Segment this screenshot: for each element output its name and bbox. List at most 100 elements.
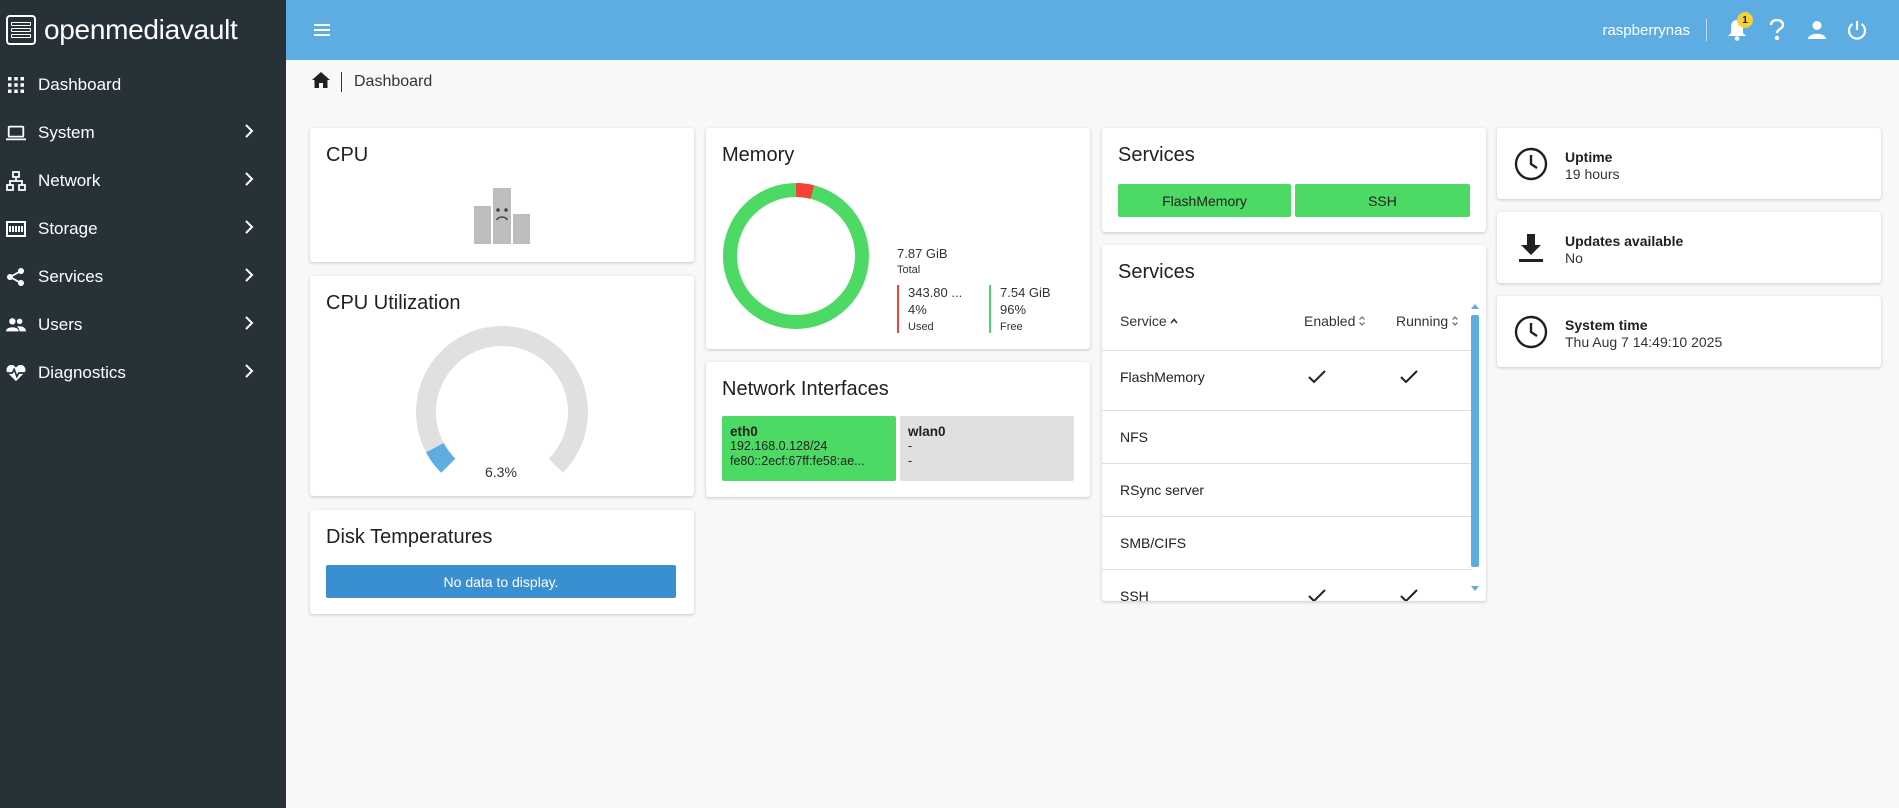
network-interface-tile[interactable]: eth0 192.168.0.128/24 fe80::2ecf:67ff:fe… [722, 416, 896, 481]
cpu-utilization-card: CPU Utilization 6.3% [310, 276, 694, 496]
heartbeat-icon [6, 363, 26, 383]
service-status-ssh[interactable]: SSH [1295, 184, 1470, 217]
users-icon [6, 315, 26, 335]
column-header-service[interactable]: Service [1120, 313, 1179, 329]
chevron-right-icon [234, 219, 264, 239]
brand-name: openmediavault [44, 14, 238, 45]
cpu-utilization-value: 6.3% [485, 464, 517, 480]
card-title: Services [1118, 261, 1195, 283]
sidebar-item-services[interactable]: Services [0, 253, 286, 301]
table-row[interactable]: FlashMemory [1102, 350, 1472, 403]
power-button[interactable] [1845, 18, 1869, 42]
service-name: FlashMemory [1120, 369, 1205, 385]
check-icon [1308, 370, 1326, 384]
card-title: CPU Utilization [326, 292, 461, 314]
cpu-gauge [416, 326, 588, 473]
network-interface-tile[interactable]: wlan0 - - [900, 416, 1074, 481]
service-status-flashmemory[interactable]: FlashMemory [1118, 184, 1291, 217]
clock-icon [1514, 147, 1548, 181]
updates-title: Updates available [1565, 233, 1684, 249]
column-header-running[interactable]: Running [1396, 313, 1460, 329]
interface-name: wlan0 [908, 424, 946, 439]
notification-badge: 1 [1737, 12, 1753, 28]
scroll-down-arrow-icon [1471, 586, 1479, 591]
sort-icon [1359, 316, 1366, 326]
memory-used-percent: 4% [908, 302, 927, 317]
service-name: RSync server [1120, 482, 1205, 498]
services-status-card: Services FlashMemory SSH [1102, 128, 1486, 232]
topbar: raspberrynas 1 [286, 0, 1899, 60]
service-name: SMB/CIFS [1120, 535, 1187, 551]
services-table-card: Services Service Enabled Running FlashMe… [1102, 245, 1486, 601]
omv-logo-icon [6, 15, 36, 45]
table-row[interactable]: SMB/CIFS [1102, 516, 1472, 569]
disk-temperatures-card: Disk Temperatures No data to display. [310, 510, 694, 614]
topbar-actions: raspberrynas 1 [1602, 0, 1899, 60]
help-button[interactable] [1765, 18, 1789, 42]
notifications-button[interactable]: 1 [1725, 12, 1753, 42]
menu-toggle-button[interactable] [310, 18, 334, 42]
topbar-divider [1706, 19, 1707, 41]
memory-used-value: 343.80 ... [908, 285, 963, 300]
column-header-label: Enabled [1304, 313, 1356, 329]
check-icon [1400, 370, 1418, 384]
memory-total-value: 7.87 GiB [897, 246, 948, 261]
memory-free-marker [989, 285, 991, 333]
sidebar-item-diagnostics[interactable]: Diagnostics [0, 349, 286, 397]
interface-name: eth0 [730, 424, 758, 439]
sidebar-item-label: Users [38, 315, 83, 334]
user-menu-button[interactable] [1805, 18, 1829, 42]
home-icon[interactable] [311, 71, 331, 94]
uptime-value: 19 hours [1565, 166, 1620, 182]
table-row[interactable]: SSH [1102, 569, 1472, 601]
uptime-card: Uptime 19 hours [1497, 128, 1881, 199]
scroll-up-arrow-icon [1471, 304, 1479, 309]
sidebar-item-network[interactable]: Network [0, 157, 286, 205]
card-title: CPU [326, 144, 369, 166]
download-icon [1519, 234, 1543, 262]
sidebar-item-dashboard[interactable]: Dashboard [0, 61, 286, 109]
updates-card: Updates available No [1497, 212, 1881, 283]
updates-value: No [1565, 250, 1583, 266]
question-icon [1769, 19, 1785, 41]
column-header-label: Running [1396, 313, 1449, 329]
clock-icon [1514, 315, 1548, 349]
no-data-banner: No data to display. [326, 565, 676, 598]
share-icon [6, 267, 26, 287]
memory-total-label: Total [897, 264, 921, 276]
gauge-track [416, 326, 588, 473]
sidebar-item-users[interactable]: Users [0, 301, 286, 349]
table-row[interactable]: NFS [1102, 410, 1472, 463]
scroll-thumb [1471, 315, 1479, 567]
table-scrollbar[interactable] [1470, 303, 1480, 593]
sidebar-item-system[interactable]: System [0, 109, 286, 157]
chevron-right-icon [234, 171, 264, 191]
sidebar-item-storage[interactable]: Storage [0, 205, 286, 253]
column-header-label: Service [1120, 313, 1167, 329]
chevron-right-icon [234, 315, 264, 335]
table-row[interactable]: RSync server [1102, 463, 1472, 516]
sidebar-item-label: Dashboard [38, 75, 122, 94]
chevron-right-icon [234, 267, 264, 287]
brand[interactable]: openmediavault [0, 0, 286, 60]
interface-ipv6: - [908, 454, 913, 468]
card-title: Disk Temperatures [326, 526, 493, 548]
grid-icon [6, 75, 26, 95]
system-time-title: System time [1565, 317, 1648, 333]
sidebar-item-label: Network [38, 171, 101, 190]
sidebar-item-label: Storage [38, 219, 98, 238]
card-title: Services [1118, 144, 1195, 166]
hostname: raspberrynas [1602, 21, 1690, 39]
interface-ipv6: fe80::2ecf:67ff:fe58:ae... [730, 454, 865, 468]
memory-free-value: 7.54 GiB [1000, 285, 1051, 300]
person-icon [1808, 21, 1826, 39]
interface-ipv4: - [908, 439, 913, 453]
memory-free-label: Free [1000, 321, 1023, 333]
column-header-enabled[interactable]: Enabled [1304, 313, 1367, 329]
breadcrumb-current: Dashboard [354, 73, 433, 90]
memory-used-marker [897, 285, 899, 333]
check-icon [1308, 589, 1326, 601]
sidebar-item-label: Diagnostics [38, 363, 126, 382]
sidebar: openmediavault Dashboard System Network [0, 0, 286, 808]
memory-free-segment [723, 183, 869, 329]
